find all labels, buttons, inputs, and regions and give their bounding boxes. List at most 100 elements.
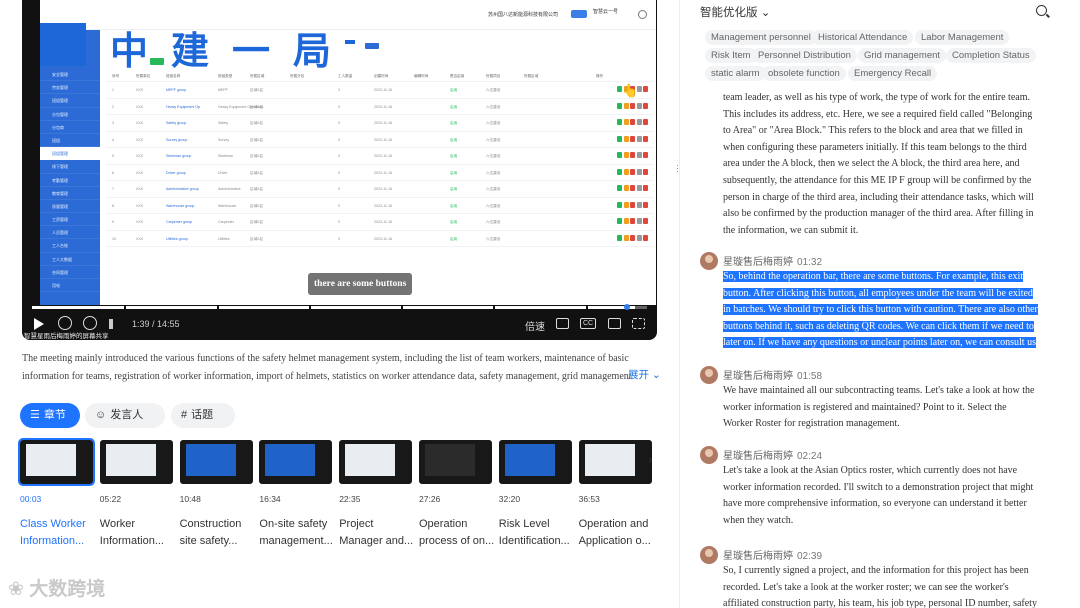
chapter-title[interactable]: Operation process of on... — [419, 516, 495, 550]
chapter-thumbnail[interactable] — [99, 440, 173, 484]
chapter-time[interactable]: 05:22 — [100, 494, 121, 504]
app-sidebar-item: 班组 — [40, 134, 100, 148]
table-cell: XXX — [136, 137, 144, 142]
table-row: 2 XXX Heavy Equipment Op Heavy Equipment Op… — [106, 99, 654, 115]
forward-icon[interactable] — [83, 316, 97, 330]
progress-bar[interactable] — [32, 306, 647, 309]
table-cell: 9 — [112, 220, 114, 224]
chapter-title-line: process of on... — [419, 535, 495, 547]
chapter-title[interactable]: Project Manager and... — [339, 516, 415, 550]
delete-icon — [636, 234, 642, 241]
topic-chip[interactable]: Historical Attendance — [812, 30, 914, 45]
chapter-title[interactable]: Worker Information... — [100, 516, 176, 550]
topic-chip[interactable]: Management personnel — [705, 30, 817, 45]
row-actions — [617, 201, 650, 209]
chapter-title[interactable]: On-site safety management... — [259, 516, 335, 550]
chapter-time[interactable]: 10:48 — [180, 494, 201, 504]
edit-icon — [617, 119, 622, 125]
table-header-cell: 编辑时间 — [414, 74, 429, 78]
table-row: 5 XXX Steelman group Steelman 区域A区 0 2023-11-1… — [106, 148, 654, 165]
avatar — [700, 446, 718, 464]
speaker-time[interactable]: 01:32 — [797, 257, 822, 268]
rewind-icon[interactable] — [58, 316, 72, 330]
speaker-time[interactable]: 01:58 — [797, 371, 822, 382]
qr-icon — [643, 218, 648, 224]
chapter-title[interactable]: Class Worker Information... — [20, 516, 96, 550]
search-icon[interactable] — [1036, 5, 1047, 16]
table-cell: 3 — [112, 121, 114, 125]
table-cell: 0 — [338, 121, 340, 125]
row-actions — [617, 234, 650, 242]
thumbnail-screen — [105, 444, 156, 476]
chapter-thumbnail[interactable] — [498, 440, 572, 484]
chapter-time[interactable]: 16:34 — [259, 494, 280, 504]
tab-topics[interactable]: # 话题 — [171, 403, 235, 428]
chapter-time[interactable]: 22:35 — [339, 494, 360, 504]
app-sidebar-item: 分包商 — [40, 121, 100, 134]
table-cell: 0 — [338, 104, 340, 109]
screenshot-icon[interactable] — [608, 318, 621, 329]
screen-share-label: 智慧星雨后梅雨婷的屏幕共享 — [24, 333, 109, 340]
table-cell: 六达建设 — [486, 154, 501, 158]
hash-icon: # — [181, 409, 188, 421]
topic-chip[interactable]: Grid management — [858, 48, 947, 63]
chapter-thumbnail[interactable] — [578, 440, 652, 484]
chapter-title[interactable]: Construction site safety... — [180, 516, 256, 550]
table-cell: 0 — [338, 154, 340, 158]
row-actions — [617, 102, 650, 110]
fullscreen-icon[interactable] — [632, 318, 645, 329]
chapter-time[interactable]: 32:20 — [499, 494, 520, 504]
chapter-thumbnail[interactable] — [179, 440, 253, 484]
chevron-right-icon[interactable]: › — [648, 452, 662, 472]
table-cell: 10 — [112, 236, 116, 241]
row-actions — [617, 135, 650, 143]
edit-icon — [617, 152, 622, 158]
table-cell: 0 — [338, 187, 340, 191]
picture-in-picture-icon[interactable] — [556, 318, 569, 329]
speaker-line: 星璇售后梅雨婷 02:39 — [723, 547, 822, 562]
qr-icon — [643, 102, 648, 109]
video-subtitle: there are some buttons — [308, 273, 413, 295]
table-cell: 区域A区 — [250, 154, 264, 158]
chapter-title[interactable]: Risk Level Identification... — [499, 516, 575, 550]
video-player[interactable]: 苏州国八达新能源科技有限公司 智慧云一号 安全管理 劳务管理 班组管理 分包管理 分包商… — [22, 0, 657, 340]
table-cell: 六达建设 — [486, 170, 501, 175]
table-cell: 启用 — [450, 170, 458, 175]
topic-chip[interactable]: Completion Status — [946, 48, 1036, 63]
topic-chip[interactable]: Risk Item — [705, 48, 757, 63]
speaker-time[interactable]: 02:24 — [797, 451, 822, 462]
caption-button[interactable]: CC — [580, 318, 597, 329]
chapter-thumbnail[interactable] — [339, 440, 413, 484]
table-cell: 启用 — [450, 137, 458, 142]
chapter-time[interactable]: 27:26 — [419, 494, 440, 504]
volume-icon[interactable] — [109, 319, 121, 329]
tab-speakers[interactable]: ☺ 发言人 — [85, 403, 165, 428]
version-select[interactable]: 智能优化版 ⌄ — [700, 4, 770, 20]
app-sidebar-item: 质量管理 — [40, 200, 100, 214]
speaker-time[interactable]: 02:39 — [797, 551, 822, 562]
expand-button[interactable]: 展开 ⌄ — [628, 367, 661, 382]
chapter-title-line: Construction — [179, 518, 242, 530]
table-cell: 六达建设 — [486, 121, 501, 125]
chapter-time[interactable]: 00:03 — [20, 494, 41, 504]
table-cell: XXX — [136, 187, 144, 191]
chapter-title[interactable]: Operation and Application o... — [579, 516, 655, 550]
panel-divider[interactable] — [679, 0, 680, 608]
drag-handle-icon[interactable]: · · · — [676, 161, 679, 176]
speaker-name: 星璇售后梅雨婷 — [723, 451, 793, 462]
chapter-time[interactable]: 36:53 — [579, 494, 600, 504]
chapter-thumbnail[interactable] — [419, 440, 492, 484]
thumbnail-screen — [504, 444, 555, 476]
topic-chip[interactable]: Personnel Distribution — [752, 48, 857, 63]
chapter-thumbnail[interactable] — [18, 438, 95, 486]
tab-chapters[interactable]: ☰ 章节 — [20, 403, 80, 428]
table-cell: 2023-11-16 — [374, 154, 393, 158]
play-icon[interactable] — [34, 318, 44, 330]
footer-watermark-text: 大数跨境 — [29, 579, 106, 600]
speed-button[interactable]: 倍速 — [525, 318, 545, 333]
chapter-thumbnail[interactable] — [259, 440, 333, 484]
speaker-name: 星璇售后梅雨婷 — [723, 257, 793, 268]
table-cell: Carpenter — [218, 220, 234, 224]
progress-fill — [32, 306, 635, 309]
topic-chip[interactable]: Labor Management — [915, 30, 1010, 45]
